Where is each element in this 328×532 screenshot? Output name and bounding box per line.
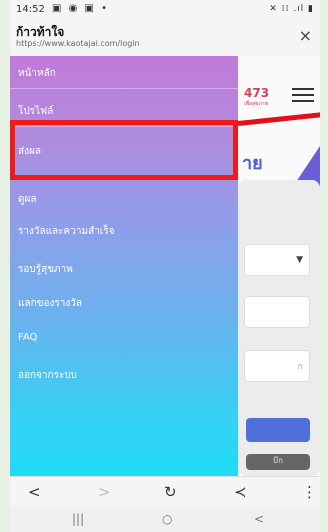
clock: 14:52 — [16, 4, 45, 15]
menu-item-label: รอบรู้สุขภาพ — [18, 264, 73, 275]
menu-item-home[interactable]: หน้าหลัก — [10, 56, 238, 89]
highlight-box — [10, 120, 238, 180]
nav-back-icon[interactable]: < — [254, 512, 264, 526]
chevron-down-icon: ▼ — [296, 255, 303, 265]
input-field[interactable] — [244, 296, 310, 328]
menu-item-view-results[interactable]: ดูผล — [10, 182, 238, 214]
input-field[interactable]: ก — [244, 350, 310, 382]
system-icons: ✕ ⁞⁞ .ıl ▮ — [269, 4, 314, 14]
menu-item-label: แลกของรางวัล — [18, 298, 82, 309]
submit-button[interactable] — [246, 418, 310, 442]
menu-item-rewards[interactable]: รางวัลและความสำเร็จ — [10, 214, 238, 246]
back-icon[interactable]: < — [28, 483, 41, 501]
menu-item-label: ออกจากระบบ — [18, 370, 78, 381]
reload-icon[interactable]: ↻ — [164, 483, 177, 501]
menu-item-logout[interactable]: ออกจากระบบ — [10, 358, 238, 390]
status-bar: 14:52 ▣ ◉ ▣ • ✕ ⁞⁞ .ıl ▮ — [10, 0, 320, 20]
menu-item-faq[interactable]: FAQ — [10, 322, 238, 354]
menu-item-label: หน้าหลัก — [18, 68, 56, 79]
menu-item-label: ดูผล — [18, 194, 37, 205]
side-drawer: หน้าหลัก โปรไฟล์ ส่งผล ดูผล รางวัลและควา… — [10, 56, 238, 476]
menu-item-label: โปรไฟล์ — [18, 106, 54, 117]
menu-item-redeem[interactable]: แลกของรางวัล — [10, 286, 238, 318]
system-navbar: ||| ○ < — [10, 506, 320, 532]
phone-screen: 14:52 ▣ ◉ ▣ • ✕ ⁞⁞ .ıl ▮ ก้าวท้าใจ https… — [10, 0, 320, 532]
home-icon[interactable]: ○ — [162, 512, 172, 526]
menu-item-health-knowledge[interactable]: รอบรู้สุขภาพ — [10, 252, 238, 284]
notification-icons: ▣ ◉ ▣ • — [52, 3, 110, 14]
field-placeholder: ก — [297, 362, 303, 372]
site-logo: 473 — [244, 86, 270, 100]
hamburger-menu-icon[interactable] — [292, 88, 314, 102]
page-url[interactable]: https://www.kaotajai.com/login — [16, 39, 140, 48]
share-icon[interactable]: ≺ — [234, 483, 247, 501]
page-heading: าย — [242, 153, 263, 174]
browser-header: ก้าวท้าใจ https://www.kaotajai.com/login… — [10, 20, 320, 57]
close-icon[interactable]: × — [299, 26, 312, 45]
more-icon[interactable]: ⋮ — [302, 483, 317, 501]
menu-item-label: รางวัลและความสำเร็จ — [18, 226, 115, 237]
recents-icon[interactable]: ||| — [72, 512, 84, 526]
site-logo-subtitle: เพื่อสุขภาพ — [244, 101, 268, 107]
secondary-button[interactable]: บึก — [246, 454, 310, 470]
forward-icon[interactable]: > — [98, 483, 111, 501]
browser-toolbar: < > ↻ ≺ ⋮ — [10, 476, 320, 507]
select-field[interactable]: ▼ — [244, 244, 310, 276]
menu-item-label: FAQ — [18, 332, 38, 343]
